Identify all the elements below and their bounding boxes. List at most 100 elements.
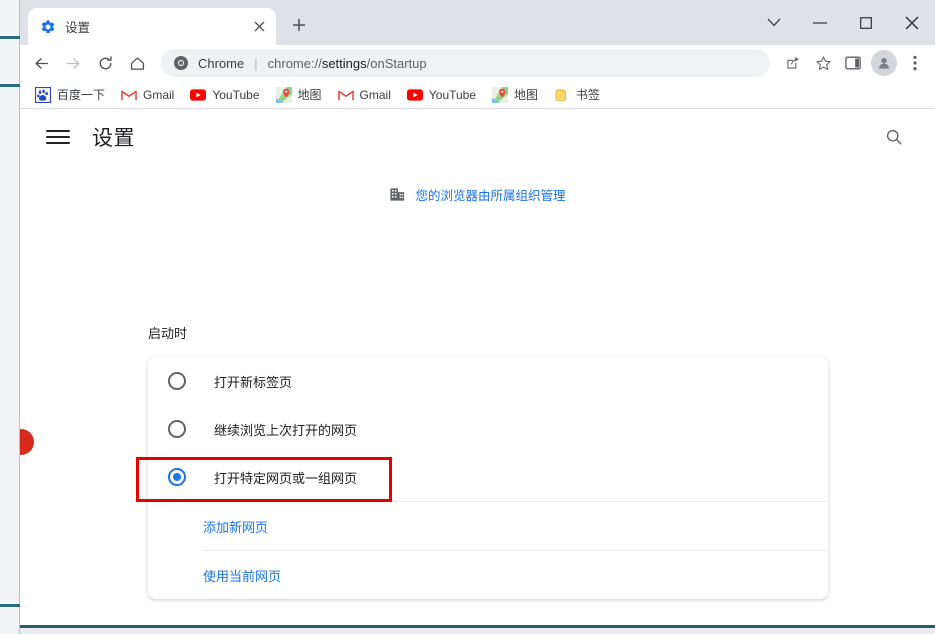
arrow-right-icon bbox=[66, 57, 80, 69]
address-bar[interactable]: Chrome | chrome://settings/onStartup bbox=[161, 49, 770, 77]
bg-strip-line-3 bbox=[0, 604, 20, 607]
bookmark-item-maps-2[interactable]: 地图 bbox=[485, 83, 545, 106]
browser-tab[interactable]: 设置 bbox=[28, 8, 276, 45]
maximize-icon bbox=[860, 16, 872, 29]
close-glyph bbox=[254, 21, 264, 32]
bookmark-item-maps-1[interactable]: 地图 bbox=[269, 83, 329, 106]
tab-title: 设置 bbox=[65, 21, 91, 35]
bookmark-item-folder[interactable]: 书签 bbox=[547, 83, 607, 106]
gear-icon bbox=[41, 19, 55, 33]
three-dot-menu-icon bbox=[913, 55, 917, 71]
desktop-background: 设置 Chrome | chrome://settings/onStartup … bbox=[0, 0, 935, 634]
bookmark-item-gmail-2[interactable]: Gmail bbox=[331, 84, 398, 106]
folder-icon bbox=[555, 89, 567, 101]
search-icon[interactable] bbox=[881, 124, 907, 150]
use-current-pages-link[interactable]: 使用当前网页 bbox=[203, 566, 281, 585]
reload-button[interactable] bbox=[90, 48, 120, 78]
add-new-page-link[interactable]: 添加新网页 bbox=[203, 517, 268, 536]
share-icon bbox=[787, 56, 799, 69]
radio-option-continue-session[interactable]: 继续浏览上次打开的网页 bbox=[148, 405, 828, 453]
add-new-page-row[interactable]: 添加新网页 bbox=[203, 501, 828, 550]
radio-label: 继续浏览上次打开的网页 bbox=[214, 422, 358, 438]
hamburger-icon[interactable] bbox=[46, 125, 70, 149]
minimize-icon bbox=[813, 21, 827, 24]
omnibox-url: chrome://settings/onStartup bbox=[268, 56, 427, 71]
building-icon bbox=[390, 188, 405, 201]
section-label-startup: 启动时 bbox=[148, 326, 188, 341]
maps-icon bbox=[492, 86, 509, 103]
reload-icon bbox=[99, 55, 112, 69]
bookmark-label: 百度一下 bbox=[57, 88, 106, 102]
profile-button[interactable] bbox=[871, 50, 897, 76]
window-dropdown-button[interactable] bbox=[751, 1, 797, 45]
url-suffix: /onStartup bbox=[366, 55, 427, 71]
managed-by-organization-banner[interactable]: 您的浏览器由所属组织管理 bbox=[20, 185, 935, 204]
background-window-strip bbox=[0, 0, 20, 634]
bookmark-label: 书签 bbox=[576, 88, 601, 102]
bookmark-label: Gmail bbox=[359, 87, 391, 102]
chrome-browser-window: 设置 Chrome | chrome://settings/onStartup … bbox=[20, 0, 935, 628]
startup-options-card: 打开新标签页 继续浏览上次打开的网页 打开特定网页或一组网页 添加新网页 使用当… bbox=[148, 357, 828, 599]
youtube-icon bbox=[406, 88, 423, 101]
bookmarks-bar: 百度一下 Gmail YouTube 地图 Gmail YouTube 地图 书… bbox=[20, 81, 935, 109]
gmail-icon bbox=[337, 90, 354, 100]
side-panel-icon bbox=[845, 56, 861, 70]
window-controls bbox=[751, 0, 935, 45]
new-tab-button[interactable] bbox=[286, 12, 312, 38]
home-icon bbox=[130, 56, 144, 70]
arrow-left-icon bbox=[34, 57, 48, 69]
tab-strip: 设置 bbox=[20, 0, 935, 45]
page-title: 设置 bbox=[92, 127, 135, 150]
radio-button-selected[interactable] bbox=[168, 468, 186, 486]
startup-section: 启动时 打开新标签页 继续浏览上次打开的网页 打开特定网页或一组网页 添加新网页… bbox=[148, 323, 828, 599]
settings-header: 设置 bbox=[20, 109, 935, 165]
avatar-icon bbox=[878, 57, 890, 69]
radio-label: 打开特定网页或一组网页 bbox=[214, 470, 358, 486]
bookmark-label: Gmail bbox=[143, 87, 175, 102]
back-button[interactable] bbox=[26, 48, 56, 78]
tab-close-icon[interactable] bbox=[250, 18, 268, 36]
share-button[interactable] bbox=[779, 49, 807, 77]
window-minimize-button[interactable] bbox=[797, 1, 843, 45]
bookmark-item-youtube-1[interactable]: YouTube bbox=[183, 84, 266, 106]
home-button[interactable] bbox=[122, 48, 152, 78]
bookmark-item-youtube-2[interactable]: YouTube bbox=[400, 84, 483, 106]
window-maximize-button[interactable] bbox=[843, 1, 889, 45]
maps-icon bbox=[275, 86, 292, 103]
window-close-button[interactable] bbox=[889, 1, 935, 45]
url-emphasis: settings bbox=[321, 55, 367, 71]
use-current-pages-row[interactable]: 使用当前网页 bbox=[203, 550, 828, 599]
side-panel-button[interactable] bbox=[839, 49, 867, 77]
baidu-paw-icon bbox=[35, 86, 51, 103]
bookmark-label: YouTube bbox=[212, 87, 260, 102]
annotation-red-dot bbox=[20, 429, 34, 455]
bookmark-item-gmail-1[interactable]: Gmail bbox=[114, 84, 181, 106]
close-icon bbox=[905, 16, 919, 29]
radio-label: 打开新标签页 bbox=[214, 374, 293, 390]
url-prefix: chrome:// bbox=[267, 55, 322, 71]
bookmark-label: 地图 bbox=[297, 88, 322, 102]
gmail-icon bbox=[121, 90, 137, 100]
omnibox-chrome-label: Chrome bbox=[198, 55, 245, 71]
star-icon bbox=[815, 55, 831, 70]
chrome-menu-button[interactable] bbox=[901, 49, 929, 77]
radio-option-specific-pages[interactable]: 打开特定网页或一组网页 bbox=[148, 453, 828, 501]
youtube-icon bbox=[190, 88, 207, 101]
radio-button[interactable] bbox=[168, 420, 186, 438]
bookmark-item-baidu[interactable]: 百度一下 bbox=[28, 83, 112, 106]
bg-strip-line-1 bbox=[0, 36, 20, 39]
bookmark-label: YouTube bbox=[428, 87, 477, 102]
radio-option-new-tab[interactable]: 打开新标签页 bbox=[148, 357, 828, 405]
chrome-logo-icon bbox=[174, 56, 188, 70]
forward-button[interactable] bbox=[58, 48, 88, 78]
browser-toolbar: Chrome | chrome://settings/onStartup bbox=[20, 45, 935, 81]
plus-icon bbox=[293, 19, 305, 31]
managed-banner-text: 您的浏览器由所属组织管理 bbox=[415, 189, 566, 203]
bg-strip-line-2 bbox=[0, 84, 20, 87]
bookmark-label: 地图 bbox=[514, 88, 539, 102]
magnifier-glyph bbox=[886, 129, 902, 145]
chevron-down-icon bbox=[767, 18, 781, 27]
settings-page: 设置 您的浏览器由所属组织管理 启动时 打开新标签页 继续浏览上次打开的网页 打… bbox=[20, 109, 935, 625]
radio-button[interactable] bbox=[168, 372, 186, 390]
bookmark-button[interactable] bbox=[809, 49, 837, 77]
